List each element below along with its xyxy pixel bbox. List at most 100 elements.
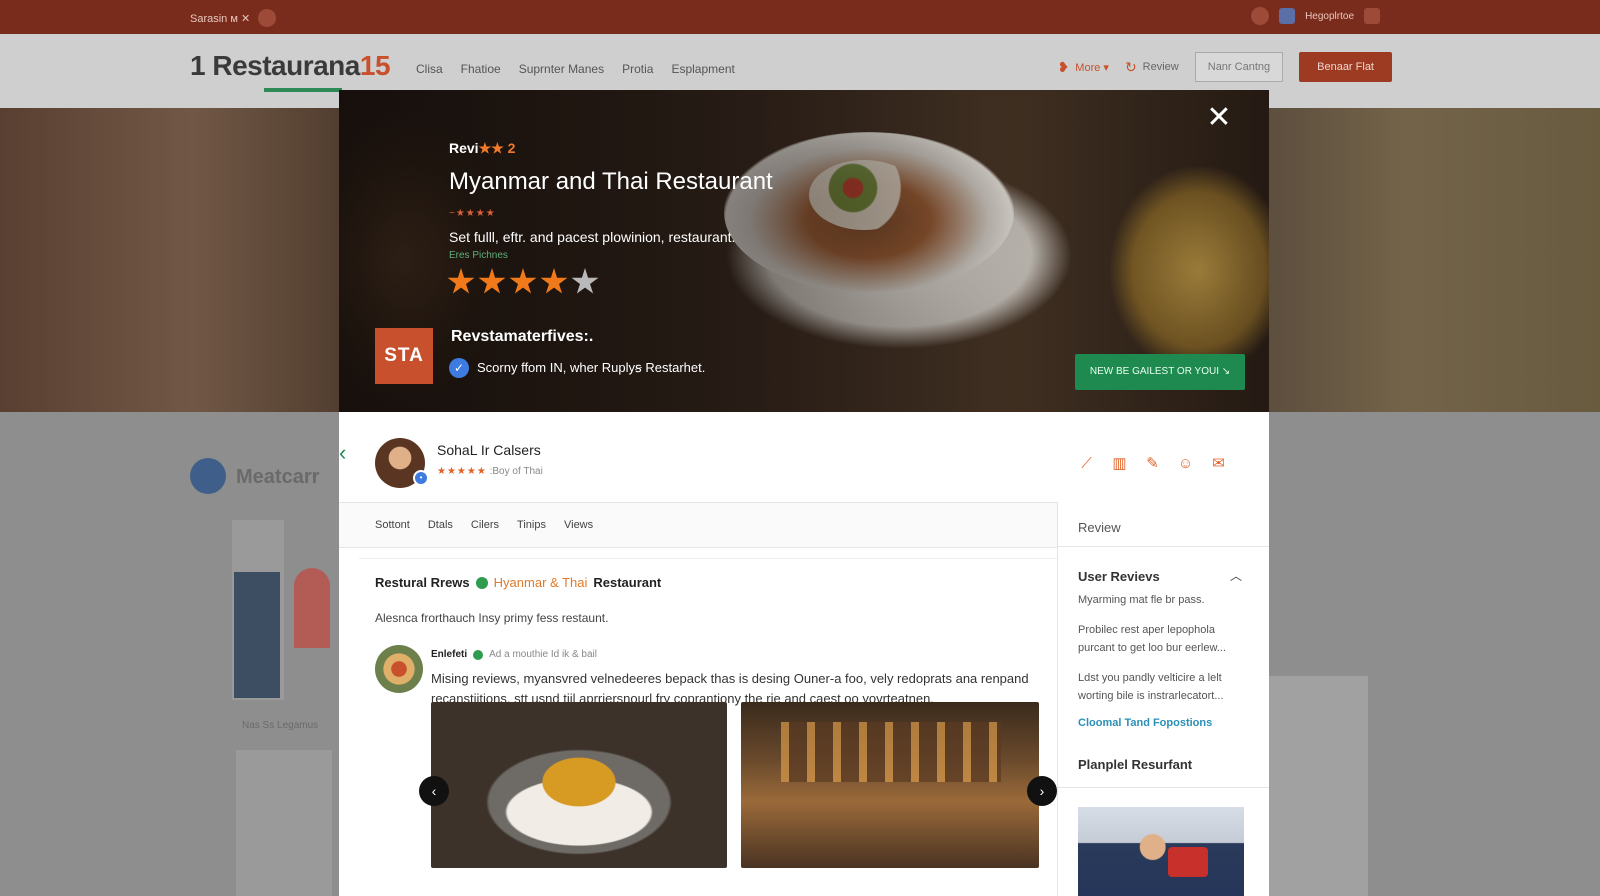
tab-dtals[interactable]: Dtals (428, 519, 453, 531)
trend-icon[interactable]: ⟋ (1077, 454, 1096, 473)
pictures-link[interactable]: Eres Pichnes (449, 250, 508, 261)
star-icon[interactable] (478, 268, 506, 294)
chat-icon[interactable]: ✉ (1209, 454, 1228, 473)
top-utility-link[interactable]: Hegoplrtoe (1305, 11, 1354, 22)
nav-link[interactable]: Suprnter Manes (519, 62, 604, 76)
user-icon[interactable]: ☺ (1176, 454, 1195, 473)
linkedin-icon[interactable] (1279, 8, 1296, 24)
nav-link[interactable]: Esplapment (671, 62, 734, 76)
hero-eyebrow: Revi★★ 2 (449, 140, 515, 157)
verified-dot-icon (475, 576, 488, 589)
verified-check-icon: ✓ (449, 358, 469, 378)
nav-actions: ❥ More ▾ ↻ Review Nanr Cantng Benaar Fla… (1058, 52, 1392, 82)
chevron-up-icon[interactable]: ︿ (1230, 567, 1242, 584)
verified-dot-icon (473, 649, 484, 660)
tab-cilers[interactable]: Cilers (471, 519, 499, 531)
review-photo-dessert[interactable] (431, 702, 727, 868)
side-review-snippet: Ldst you pandly velticire a lelt worting… (1078, 672, 1224, 702)
star-icon[interactable] (540, 268, 568, 294)
divider (1058, 787, 1269, 788)
reviewer-name[interactable]: SohaL Ir Calsers (437, 442, 541, 458)
review-heading-end: Restaurant (593, 575, 662, 590)
review-tabs: Sottont Dtals Cilers Tinips Views (339, 502, 1057, 548)
review-photo-interior[interactable] (741, 702, 1039, 868)
star-icon[interactable] (571, 268, 599, 294)
top-utility-text: Sarasin ᴍ ✕ (190, 12, 251, 25)
location-pin-icon: ❥ (1057, 58, 1070, 75)
top-utility-left: Sarasin ᴍ ✕ (190, 9, 277, 27)
tab-tinips[interactable]: Tinips (517, 519, 546, 531)
refresh-icon: ↻ (1124, 58, 1137, 75)
verified-text: Scorny ffom IN, wher Ruplyꞩ Restarhet. (477, 360, 706, 375)
more-menu[interactable]: ❥ More ▾ (1058, 59, 1109, 76)
review-toolbar: ⟋ ▥ ✎ ☺ ✉ (1077, 454, 1228, 473)
nav-link[interactable]: Fhatioe (461, 62, 501, 76)
facebook-icon[interactable] (1251, 7, 1270, 25)
cta-button[interactable]: NEW BE GAILEST OR YOUI ↘ (1075, 354, 1245, 390)
brand-name: 1 Restaurana (190, 50, 360, 81)
brand-accent: 15 (359, 50, 391, 81)
side-photo[interactable] (1078, 807, 1244, 896)
restaurant-subtitle: Set fulll, eftr. and pacest plowinion, r… (449, 229, 736, 245)
side-link[interactable]: Cloomal Tand Fopostions (1078, 717, 1212, 729)
top-utility-right: Hegoplrtoe (1251, 7, 1380, 25)
background-section-title: Meatcarr (236, 466, 320, 488)
hero-eyebrow-text: Revi (449, 140, 479, 156)
brand-logo[interactable]: 1 Restaurana15 (190, 50, 391, 82)
carousel-next-button[interactable]: › (1027, 776, 1057, 806)
background-image (234, 572, 280, 698)
side-review-snippet: Probilec rest aper lepophola purcant to … (1078, 624, 1226, 654)
user-reviews-panel: User Revievs ︿ Myarming mat fle br pass.… (1057, 547, 1269, 896)
hero-eyebrow-accent: ★★ 2 (478, 140, 516, 156)
review-heading: Restural Rrews Hyanmar & Thai Restaurant (375, 575, 661, 590)
star-icon[interactable] (447, 268, 475, 294)
star-icon[interactable] (509, 268, 537, 294)
mini-rating: ~★★★★ (449, 208, 496, 219)
carousel-prev-button[interactable]: ‹ (419, 776, 449, 806)
edit-icon[interactable]: ✎ (1143, 454, 1162, 473)
review-description: Alesnca frorthauch Insy primy fess resta… (375, 611, 609, 625)
background-small-text: Nas Ss Legamus (242, 720, 319, 731)
restaurant-label: Revstamaterfives:. (451, 328, 594, 345)
top-utility-bar: Sarasin ᴍ ✕ Hegoplrtoe (0, 0, 1600, 34)
nav-links: Clisa Fhatioe Suprnter Manes Protia Espl… (416, 62, 735, 76)
close-icon[interactable]: ✕ (1205, 103, 1233, 133)
side-subheading: Planplel Resurfant (1078, 757, 1193, 772)
reviewer-stars: ★★★★★ (437, 466, 487, 477)
review-heading-highlight[interactable]: Hyanmar & Thai (494, 575, 588, 590)
tab-sottont[interactable]: Sottont (375, 519, 410, 531)
background-image (294, 568, 330, 648)
comment-header: Enlefeti Ad a mouthie Id ik & bail (431, 649, 597, 660)
more-menu-label: More ▾ (1075, 61, 1109, 74)
commenter-name[interactable]: Enlefeti (431, 649, 467, 660)
background-card (236, 750, 332, 896)
share-icon[interactable] (1364, 8, 1380, 24)
verified-row: ✓ Scorny ffom IN, wher Ruplyꞩ Restarhet. (449, 358, 705, 378)
restaurant-review-modal: ✕ Revi★★ 2 Myanmar and Thai Restaurant ~… (339, 90, 1269, 896)
profile-icon[interactable] (258, 9, 277, 27)
commenter-avatar[interactable] (375, 645, 423, 693)
star-rating[interactable] (447, 268, 599, 296)
verified-badge-icon: • (413, 470, 429, 486)
restaurant-logo: STA (375, 328, 433, 384)
reviewer-meta: ★★★★★ :Boy of Thai (437, 466, 543, 477)
secondary-nav-button[interactable]: Nanr Cantng (1194, 52, 1284, 82)
side-review-snippet: Myarming mat fle br pass. (1078, 594, 1205, 606)
review-nav-label: Review (1142, 61, 1179, 73)
bar-chart-icon[interactable]: ▥ (1110, 454, 1129, 473)
active-nav-indicator (264, 88, 342, 92)
reviewer-meta-text: :Boy of Thai (489, 466, 543, 477)
user-reviews-heading: User Revievs (1078, 569, 1160, 584)
nav-link[interactable]: Clisa (416, 62, 443, 76)
review-heading-start: Restural Rrews (375, 575, 470, 590)
nav-link[interactable]: Protia (622, 62, 653, 76)
back-chevron-icon[interactable]: ‹ (339, 440, 346, 466)
restaurant-title: Myanmar and Thai Restaurant (449, 168, 773, 195)
background-badge-icon (190, 458, 226, 494)
comment-meta: Ad a mouthie Id ik & bail (489, 649, 597, 660)
primary-nav-button[interactable]: Benaar Flat (1299, 52, 1392, 82)
side-review-tab[interactable]: Review (1057, 502, 1269, 547)
background-image (1268, 676, 1368, 896)
tab-views[interactable]: Views (564, 519, 593, 531)
review-nav-button[interactable]: ↻ Review (1125, 59, 1179, 76)
